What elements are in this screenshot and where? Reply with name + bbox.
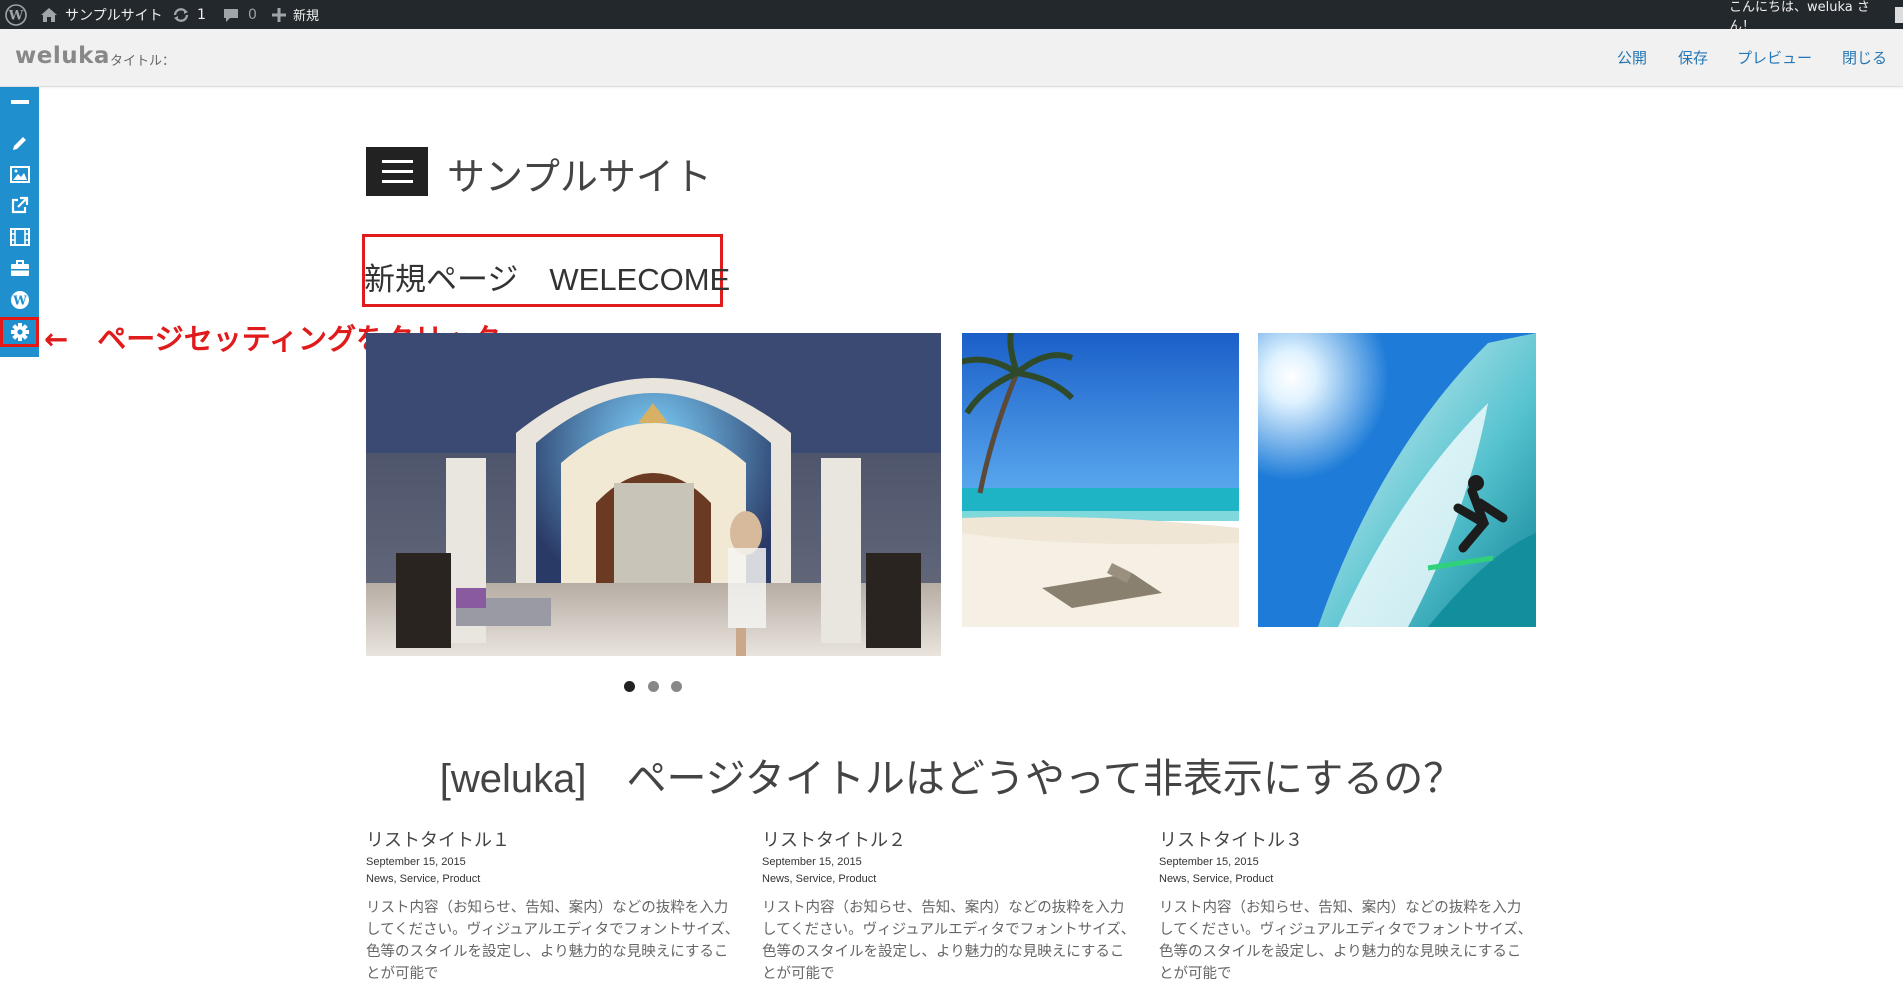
comments-count: 0	[248, 6, 257, 23]
briefcase-icon[interactable]	[0, 253, 39, 283]
hamburger-menu-button[interactable]	[366, 147, 428, 196]
builder-sidebar: W	[0, 87, 39, 357]
close-button[interactable]: 閉じる	[1842, 47, 1887, 68]
comments-link[interactable]: 0	[223, 0, 257, 29]
list-item-excerpt: リスト内容（お知らせ、告知、案内）などの抜粋を入力してください。ヴィジュアルエデ…	[366, 900, 740, 982]
list-item-date: September 15, 2015	[762, 856, 862, 868]
slider-dot-1[interactable]	[624, 681, 635, 692]
avatar	[1895, 6, 1903, 23]
slider-dot-2[interactable]	[648, 681, 659, 692]
list-item-excerpt: リスト内容（お知らせ、告知、案内）などの抜粋を入力してください。ヴィジュアルエデ…	[762, 900, 1136, 982]
weluka-logo: weluka	[15, 43, 110, 69]
list-item-categories[interactable]: News, Service, Product	[1159, 873, 1534, 885]
minimize-icon[interactable]	[0, 87, 39, 117]
account-greeting[interactable]: こんにちは、weluka さん！	[1729, 0, 1903, 34]
list-item-categories[interactable]: News, Service, Product	[762, 873, 1137, 885]
pencil-icon[interactable]	[0, 128, 39, 158]
slider-dot-3[interactable]	[671, 681, 682, 692]
list-item-title[interactable]: リストタイトル１	[366, 826, 741, 852]
wordpress-icon[interactable]: W	[0, 285, 39, 315]
preview-button[interactable]: プレビュー	[1737, 47, 1812, 68]
updates-count: 1	[197, 6, 206, 23]
admin-bar: W サンプルサイト 1 0 新規 こんにちは、weluka さん！	[0, 0, 1903, 34]
svg-text:W: W	[8, 8, 24, 23]
list-item: リストタイトル２ September 15, 2015 News, Servic…	[762, 826, 1137, 985]
list-item-date: September 15, 2015	[1159, 856, 1259, 868]
new-content-link[interactable]: 新規	[272, 0, 319, 29]
list-item-categories[interactable]: News, Service, Product	[366, 873, 741, 885]
surfer-image[interactable]	[1258, 333, 1536, 627]
svg-text:W: W	[12, 294, 27, 308]
title-label: タイトル：	[110, 54, 176, 69]
list-item-title[interactable]: リストタイトル２	[762, 826, 1137, 852]
save-button[interactable]: 保存	[1678, 47, 1708, 68]
builder-toolbar: weluka タイトル： 公開 保存 プレビュー 閉じる	[0, 29, 1903, 87]
admin-site-link[interactable]: サンプルサイト	[40, 0, 163, 29]
new-label: 新規	[293, 9, 320, 24]
list-item-excerpt: リスト内容（お知らせ、告知、案内）などの抜粋を入力してください。ヴィジュアルエデ…	[1159, 900, 1533, 982]
publish-button[interactable]: 公開	[1617, 47, 1647, 68]
site-title: サンプルサイト	[447, 155, 712, 199]
list-item-title[interactable]: リストタイトル３	[1159, 826, 1534, 852]
slider-image-spa[interactable]	[366, 333, 941, 656]
post-title: [weluka] ページタイトルはどうやって非表示にするの？	[439, 757, 1464, 801]
film-icon[interactable]	[0, 222, 39, 252]
beach-image[interactable]	[962, 333, 1239, 627]
image-icon[interactable]	[0, 159, 39, 189]
page-title: 新規ページ WELECOME	[364, 262, 731, 297]
list-item-date: September 15, 2015	[366, 856, 466, 868]
list-item: リストタイトル１ September 15, 2015 News, Servic…	[366, 826, 741, 985]
gear-icon[interactable]	[0, 317, 39, 347]
wordpress-logo-icon[interactable]: W	[5, 0, 27, 29]
admin-site-name: サンプルサイト	[65, 7, 163, 24]
plus-icon	[272, 7, 286, 22]
list-item: リストタイトル３ September 15, 2015 News, Servic…	[1159, 826, 1534, 985]
updates-link[interactable]: 1	[172, 0, 206, 29]
external-link-icon[interactable]	[0, 190, 39, 220]
home-icon	[41, 7, 57, 22]
update-icon	[173, 7, 189, 22]
comment-icon	[224, 8, 238, 22]
